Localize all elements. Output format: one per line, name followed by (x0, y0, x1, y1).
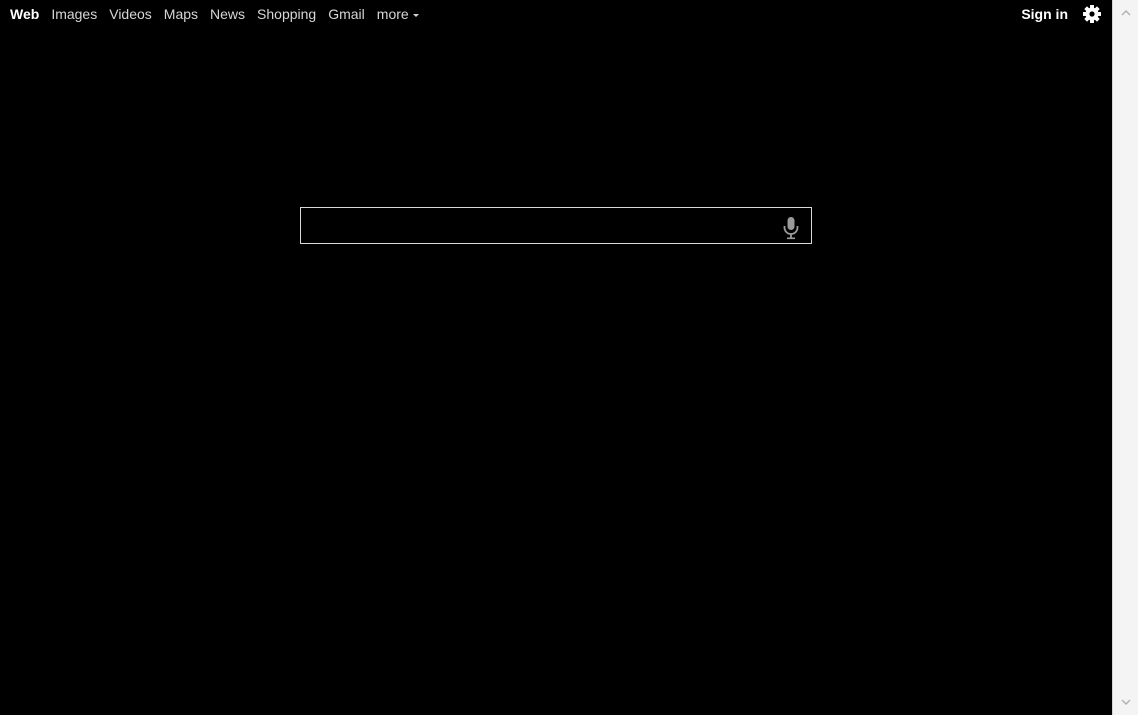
nav-item-gmail[interactable]: Gmail (328, 6, 365, 22)
scroll-down-button[interactable] (1113, 691, 1138, 713)
header-right: Sign in (1021, 4, 1102, 24)
search-input[interactable] (301, 208, 771, 243)
scroll-up-button[interactable] (1113, 2, 1138, 24)
gear-icon[interactable] (1082, 4, 1102, 24)
search-box (300, 207, 812, 244)
nav-more-label: more (376, 6, 409, 22)
nav-item-shopping[interactable]: Shopping (257, 6, 316, 22)
chevron-down-icon (1121, 699, 1130, 705)
page-viewport: Web Images Videos Maps News Shopping Gma… (0, 0, 1112, 715)
nav-bar: Web Images Videos Maps News Shopping Gma… (10, 6, 431, 22)
microphone-icon[interactable] (781, 216, 801, 240)
chevron-up-icon (1121, 10, 1130, 16)
nav-item-images[interactable]: Images (51, 6, 97, 22)
caret-down-icon (412, 13, 419, 17)
vertical-scrollbar[interactable] (1112, 0, 1138, 715)
nav-more-menu[interactable]: more (377, 6, 419, 22)
top-bar: Web Images Videos Maps News Shopping Gma… (0, 0, 1112, 30)
nav-item-videos[interactable]: Videos (109, 6, 152, 22)
nav-item-news[interactable]: News (210, 6, 245, 22)
sign-in-button[interactable]: Sign in (1021, 4, 1068, 24)
nav-item-maps[interactable]: Maps (164, 6, 198, 22)
nav-item-web[interactable]: Web (10, 6, 39, 22)
